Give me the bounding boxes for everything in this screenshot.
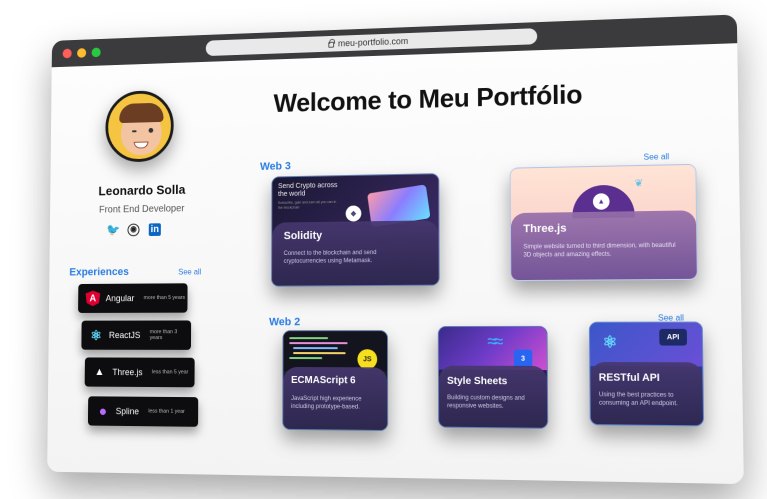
threejs-card-title: Three.js xyxy=(523,222,567,236)
ethereum-icon: ◆ xyxy=(345,205,362,222)
project-card-ecmascript[interactable]: JS ECMAScript 6 JavaScript high experien… xyxy=(282,330,389,432)
restful-api-card-desc: Using the best practices to consuming an… xyxy=(598,392,678,408)
solidity-card-body: Solidity Connect to the blockchain and s… xyxy=(272,220,439,286)
spline-icon: ● xyxy=(98,402,108,420)
experience-name: Three.js xyxy=(112,367,143,378)
experience-duration: less than 1 year xyxy=(148,408,185,415)
experience-item-angular[interactable]: A Angular more than 5 years xyxy=(78,283,188,313)
solidity-preview-subtext: Subscribe, gain and earn all you can in … xyxy=(278,199,337,210)
web3-heading: Web 3 xyxy=(259,160,291,173)
page-title: Welcome to Meu Portfólio xyxy=(273,78,583,118)
restful-api-card-title: RESTful API xyxy=(598,372,660,385)
page-content: Leonardo Solla Front End Developer 🐦 ◉ i… xyxy=(47,43,744,485)
style-sheets-card-title: Style Sheets xyxy=(447,375,508,388)
react-icon: ⚛ xyxy=(90,326,102,343)
experience-item-threejs[interactable]: ▲ Three.js less than 5 year xyxy=(84,357,195,388)
code-line xyxy=(289,342,348,345)
api-icon: API xyxy=(659,328,688,346)
twitter-icon[interactable]: 🐦 xyxy=(106,223,120,237)
browser-window: meu-portfolio.com Leonardo Solla Front E… xyxy=(47,14,744,485)
url-text: meu-portfolio.com xyxy=(337,36,409,49)
social-links: 🐦 ◉ in xyxy=(106,223,161,237)
react-logo-icon: ⚛ xyxy=(602,334,618,352)
minimize-window-button[interactable] xyxy=(77,48,87,58)
angular-icon: A xyxy=(85,291,100,307)
threejs-icon: ▲ xyxy=(94,366,105,378)
solidity-card-title: Solidity xyxy=(283,229,323,243)
lock-icon xyxy=(328,41,335,48)
project-card-restful-api[interactable]: ⚛ API RESTful API Using the best practic… xyxy=(588,321,705,427)
profile-name: Leonardo Solla xyxy=(98,182,186,199)
experience-item-spline[interactable]: ● Spline less than 1 year xyxy=(87,396,199,427)
code-line xyxy=(293,347,338,350)
linkedin-icon[interactable]: in xyxy=(148,223,161,237)
experience-duration: more than 3 years xyxy=(149,329,178,342)
experience-item-reactjs[interactable]: ⚛ ReactJS more than 3 years xyxy=(81,320,192,350)
threejs-card-body: Three.js Simple website turned to third … xyxy=(510,210,697,281)
experience-duration: more than 5 years xyxy=(143,295,186,302)
experience-name: Spline xyxy=(115,406,140,417)
project-card-style-sheets[interactable]: ≈≈ 3 Style Sheets Building custom design… xyxy=(437,325,549,429)
github-icon[interactable]: ◉ xyxy=(127,223,140,237)
threejs-card-desc: Simple website turned to third dimension… xyxy=(523,242,676,259)
experiences-see-all-link[interactable]: See all xyxy=(178,268,201,277)
code-line xyxy=(289,337,329,340)
solidity-card-desc: Connect to the blockchain and send crypt… xyxy=(283,250,377,265)
waves-graphic: ≈≈ xyxy=(487,331,500,352)
restful-api-preview: ⚛ API xyxy=(589,322,703,367)
restful-api-card-body: RESTful API Using the best practices to … xyxy=(590,361,704,426)
project-card-threejs[interactable]: ▲ ❦ Three.js Simple website turned to th… xyxy=(509,163,698,282)
web2-heading: Web 2 xyxy=(269,316,301,329)
web3-see-all-link[interactable]: See all xyxy=(643,152,669,162)
avatar-hair xyxy=(119,102,164,124)
ecmascript-card-title: ECMAScript 6 xyxy=(291,374,356,387)
experiences-heading: Experiences xyxy=(69,266,129,279)
solidity-preview-headline: Send Crypto across the world xyxy=(278,182,338,198)
avatar-wink-eye xyxy=(131,130,137,133)
close-window-button[interactable] xyxy=(62,48,72,59)
ecmascript-card-body: ECMAScript 6 JavaScript high experience … xyxy=(283,366,388,431)
experience-name: ReactJS xyxy=(108,330,141,341)
style-sheets-card-desc: Building custom designs and responsive w… xyxy=(447,395,525,410)
style-sheets-preview: ≈≈ 3 xyxy=(438,326,547,371)
profile-role: Front End Developer xyxy=(99,203,185,216)
code-line xyxy=(289,357,323,360)
ecmascript-preview: JS xyxy=(283,331,388,372)
project-card-solidity[interactable]: Send Crypto across the world Subscribe, … xyxy=(271,173,440,287)
ecmascript-card-desc: JavaScript high experience including pro… xyxy=(291,395,362,411)
experience-duration: less than 5 year xyxy=(151,369,189,376)
maximize-window-button[interactable] xyxy=(91,47,101,58)
avatar xyxy=(105,89,174,163)
stage: meu-portfolio.com Leonardo Solla Front E… xyxy=(0,0,767,499)
experience-name: Angular xyxy=(105,293,135,304)
style-sheets-card-body: Style Sheets Building custom designs and… xyxy=(438,365,548,428)
code-line xyxy=(293,352,346,355)
leaf-icon: ❦ xyxy=(634,178,644,190)
